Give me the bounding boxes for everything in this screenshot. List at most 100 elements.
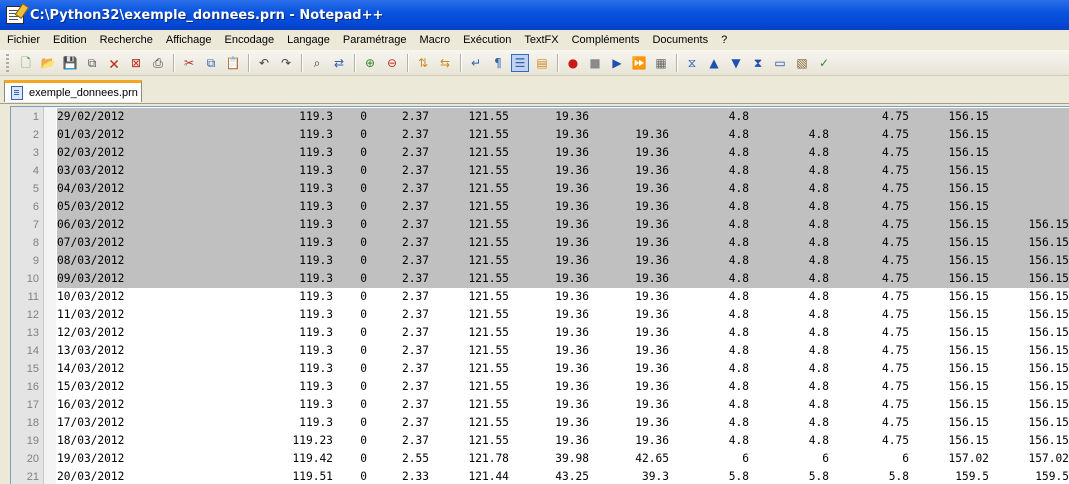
editor-line[interactable]: 2 01/03/2012 119.3 0 2.37 121.55 19.36 19.36 4.8…	[11, 126, 1069, 144]
numeric-value: 4.75	[882, 128, 909, 141]
line-number: 3	[32, 147, 39, 159]
close-icon[interactable]: 🗙	[105, 54, 123, 72]
line-text[interactable]: 11/03/2012 119.3 0 2.37 121.55 19.36 19.36 4.8 4…	[57, 306, 1069, 324]
line-text[interactable]: 02/03/2012 119.3 0 2.37 121.55 19.36 19.36 4.8 4…	[57, 144, 1069, 162]
editor-line[interactable]: 6 05/03/2012 119.3 0 2.37 121.55 19.36 19.36 4.8…	[11, 198, 1069, 216]
line-text[interactable]: 04/03/2012 119.3 0 2.37 121.55 19.36 19.36 4.8 4…	[57, 180, 1069, 198]
line-text[interactable]: 07/03/2012 119.3 0 2.37 121.55 19.36 19.36 4.8 4…	[57, 234, 1069, 252]
redo-icon[interactable]: ↷	[277, 54, 295, 72]
menu-recherche[interactable]: Recherche	[93, 34, 159, 46]
menu-encodage[interactable]: Encodage	[218, 34, 281, 46]
line-text[interactable]: 05/03/2012 119.3 0 2.37 121.55 19.36 19.36 4.8 4…	[57, 198, 1069, 216]
menu-textfx[interactable]: TextFX	[517, 34, 564, 46]
editor-line[interactable]: 13 12/03/2012 119.3 0 2.37 121.55 19.36 19.36 4.…	[11, 324, 1069, 342]
save-icon[interactable]: 💾	[61, 54, 79, 72]
editor-line[interactable]: 18 17/03/2012 119.3 0 2.37 121.55 19.36 19.36 4.…	[11, 414, 1069, 432]
editor-line[interactable]: 20 19/03/2012 119.42 0 2.55 121.78 39.98 42.65 6…	[11, 450, 1069, 468]
line-text[interactable]: 16/03/2012 119.3 0 2.37 121.55 19.36 19.36 4.8 4…	[57, 396, 1069, 414]
plugin-icon[interactable]: ▧	[793, 54, 811, 72]
indent-guide-icon[interactable]: ☰	[511, 53, 529, 72]
line-text[interactable]: 20/03/2012 119.51 0 2.33 121.44 43.25 39.3 5.8 5…	[57, 468, 1069, 484]
show-all-chars-icon[interactable]: ¶	[489, 54, 507, 72]
editor-line[interactable]: 19 18/03/2012 119.23 0 2.37 121.55 19.36 19.36 4…	[11, 432, 1069, 450]
editor[interactable]: 1 29/02/2012 119.3 0 2.37 121.55 19.36 4.8 4.75 1…	[10, 106, 1069, 484]
line-text[interactable]: 14/03/2012 119.3 0 2.37 121.55 19.36 19.36 4.8 4…	[57, 360, 1069, 378]
menu-affichage[interactable]: Affichage	[159, 34, 218, 46]
line-text[interactable]: 10/03/2012 119.3 0 2.37 121.55 19.36 19.36 4.8 4…	[57, 288, 1069, 306]
line-text[interactable]: 03/03/2012 119.3 0 2.37 121.55 19.36 19.36 4.8 4…	[57, 162, 1069, 180]
line-text[interactable]: 13/03/2012 119.3 0 2.37 121.55 19.36 19.36 4.8 4…	[57, 342, 1069, 360]
close-all-icon[interactable]: ⊠	[127, 54, 145, 72]
sync-vertical-icon[interactable]: ⇅	[414, 54, 432, 72]
editor-line[interactable]: 21 20/03/2012 119.51 0 2.33 121.44 43.25 39.3 5.…	[11, 468, 1069, 484]
menu-edition[interactable]: Edition	[46, 34, 93, 46]
notepad-plus-plus-icon[interactable]	[6, 6, 24, 24]
toolbar-grip[interactable]	[6, 53, 9, 72]
editor-line[interactable]: 7 06/03/2012 119.3 0 2.37 121.55 19.36 19.36 4.8…	[11, 216, 1069, 234]
editor-line[interactable]: 9 08/03/2012 119.3 0 2.37 121.55 19.36 19.36 4.8…	[11, 252, 1069, 270]
editor-line[interactable]: 16 15/03/2012 119.3 0 2.37 121.55 19.36 19.36 4.…	[11, 378, 1069, 396]
spell-check-icon[interactable]: ✓	[815, 54, 833, 72]
stop-macro-icon[interactable]: ■	[586, 54, 604, 72]
menu-ex-cution[interactable]: Exécution	[456, 34, 517, 46]
editor-line[interactable]: 17 16/03/2012 119.3 0 2.37 121.55 19.36 19.36 4.…	[11, 396, 1069, 414]
replace-icon[interactable]: ⇄	[330, 54, 348, 72]
play-multiple-icon[interactable]: ⏩	[630, 54, 648, 72]
word-wrap-icon[interactable]: ↵	[467, 54, 485, 72]
editor-line[interactable]: 1 29/02/2012 119.3 0 2.37 121.55 19.36 4.8 4.75 1…	[11, 108, 1069, 126]
editor-line[interactable]: 14 13/03/2012 119.3 0 2.37 121.55 19.36 19.36 4.…	[11, 342, 1069, 360]
editor-line[interactable]: 8 07/03/2012 119.3 0 2.37 121.55 19.36 19.36 4.8…	[11, 234, 1069, 252]
print-icon[interactable]: ⎙	[149, 54, 167, 72]
zoom-out-icon[interactable]: ⊖	[383, 54, 401, 72]
editor-line[interactable]: 15 14/03/2012 119.3 0 2.37 121.55 19.36 19.36 4.…	[11, 360, 1069, 378]
find-icon[interactable]: ⌕	[308, 54, 326, 72]
menu-help[interactable]: ?	[714, 34, 733, 46]
numeric-value: 19.36	[635, 362, 669, 375]
line-text[interactable]: 09/03/2012 119.3 0 2.37 121.55 19.36 19.36 4.8 4…	[57, 270, 1069, 288]
save-macro-icon[interactable]: ▦	[652, 54, 670, 72]
tab-exemple-donnees[interactable]: exemple_donnees.prn	[4, 80, 142, 102]
line-text[interactable]: 06/03/2012 119.3 0 2.37 121.55 19.36 19.36 4.8 4…	[57, 216, 1069, 234]
editor-line[interactable]: 5 04/03/2012 119.3 0 2.37 121.55 19.36 19.36 4.8…	[11, 180, 1069, 198]
new-file-icon[interactable]: 🗋	[17, 54, 35, 72]
menu-param-trage[interactable]: Paramétrage	[336, 34, 413, 46]
paste-icon[interactable]: 📋	[224, 54, 242, 72]
line-text[interactable]: 29/02/2012 119.3 0 2.37 121.55 19.36 4.8 4.75 15…	[57, 108, 1069, 126]
zoom-in-icon[interactable]: ⊕	[361, 54, 379, 72]
line-text[interactable]: 15/03/2012 119.3 0 2.37 121.55 19.36 19.36 4.8 4…	[57, 378, 1069, 396]
editor-line[interactable]: 10 09/03/2012 119.3 0 2.37 121.55 19.36 19.36 4.…	[11, 270, 1069, 288]
sort-lines-icon[interactable]: ⧗	[749, 54, 767, 72]
move-down-icon[interactable]: ▼	[727, 54, 745, 72]
console-icon[interactable]: ▭	[771, 54, 789, 72]
save-all-icon[interactable]: ⧉	[83, 54, 101, 72]
cut-icon[interactable]: ✂	[180, 54, 198, 72]
menu-documents[interactable]: Documents	[645, 34, 714, 46]
menu-fichier[interactable]: Fichier	[0, 34, 46, 46]
editor-line[interactable]: 12 11/03/2012 119.3 0 2.37 121.55 19.36 19.36 4.…	[11, 306, 1069, 324]
user-lang-icon[interactable]: ▤	[533, 54, 551, 72]
undo-icon[interactable]: ↶	[255, 54, 273, 72]
sort-icon[interactable]: ⧖	[683, 54, 701, 72]
editor-line[interactable]: 11 10/03/2012 119.3 0 2.37 121.55 19.36 19.36 4.…	[11, 288, 1069, 306]
numeric-value: 2.37	[402, 200, 429, 213]
editor-line[interactable]: 3 02/03/2012 119.3 0 2.37 121.55 19.36 19.36 4.8…	[11, 144, 1069, 162]
line-text[interactable]: 19/03/2012 119.42 0 2.55 121.78 39.98 42.65 6 6 6…	[57, 450, 1069, 468]
open-file-icon[interactable]: 📂	[39, 54, 57, 72]
line-text[interactable]: 12/03/2012 119.3 0 2.37 121.55 19.36 19.36 4.8 4…	[57, 324, 1069, 342]
sync-horizontal-icon[interactable]: ⇆	[436, 54, 454, 72]
line-number: 2	[32, 129, 39, 141]
menu-compl-ments[interactable]: Compléments	[565, 34, 646, 46]
editor-line[interactable]: 4 03/03/2012 119.3 0 2.37 121.55 19.36 19.36 4.8…	[11, 162, 1069, 180]
copy-icon[interactable]: ⧉	[202, 54, 220, 72]
numeric-value: 121.55	[468, 398, 509, 411]
line-text[interactable]: 08/03/2012 119.3 0 2.37 121.55 19.36 19.36 4.8 4…	[57, 252, 1069, 270]
line-text[interactable]: 17/03/2012 119.3 0 2.37 121.55 19.36 19.36 4.8 4…	[57, 414, 1069, 432]
record-macro-icon[interactable]: ●	[564, 54, 582, 72]
numeric-value: 119.3	[299, 146, 333, 159]
line-text[interactable]: 01/03/2012 119.3 0 2.37 121.55 19.36 19.36 4.8 4…	[57, 126, 1069, 144]
move-up-icon[interactable]: ▲	[705, 54, 723, 72]
menu-macro[interactable]: Macro	[413, 34, 457, 46]
menu-langage[interactable]: Langage	[280, 34, 336, 46]
line-text[interactable]: 18/03/2012 119.23 0 2.37 121.55 19.36 19.36 4.8…	[57, 432, 1069, 450]
play-macro-icon[interactable]: ▶	[608, 54, 626, 72]
